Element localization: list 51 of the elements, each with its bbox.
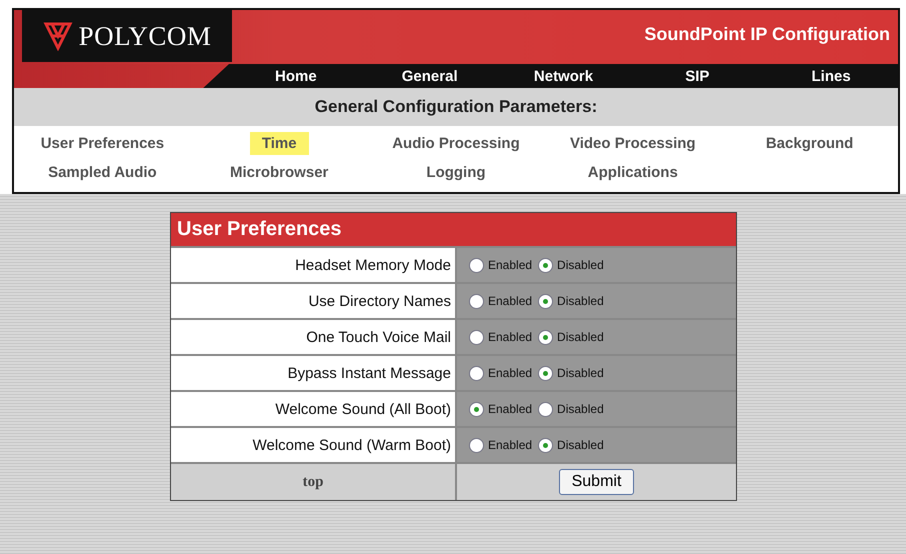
radio-label: Enabled	[488, 294, 532, 308]
nav-link[interactable]: SIP	[630, 64, 764, 88]
radio-button[interactable]	[538, 366, 554, 380]
radio-button[interactable]	[469, 294, 484, 308]
top-link[interactable]: top	[302, 474, 324, 490]
submit-button[interactable]: Submit	[558, 469, 634, 495]
submenu-link[interactable]: Sampled Audio	[36, 161, 169, 184]
section-title: General Configuration Parameters:	[14, 88, 898, 126]
radio-label: Disabled	[557, 402, 604, 416]
radio-label: Enabled	[488, 258, 532, 272]
submenu-link[interactable]: Background	[754, 132, 866, 155]
triangles-logo-icon	[42, 21, 73, 51]
page-title: SoundPoint IP Configuration	[644, 24, 890, 45]
nav-link[interactable]: General	[362, 64, 497, 88]
panel-title: User Preferences	[171, 213, 736, 246]
submenu-link[interactable]: Logging	[414, 161, 498, 184]
radio-button[interactable]	[469, 330, 484, 344]
nav-link[interactable]: Network	[496, 64, 630, 88]
nav-link[interactable]: Lines	[764, 64, 898, 88]
radio-label: Disabled	[557, 258, 604, 272]
radio-label: Enabled	[488, 366, 532, 380]
setting-label: One Touch Voice Mail	[171, 320, 455, 354]
radio-label: Enabled	[488, 330, 532, 344]
submenu-link[interactable]: Applications	[576, 161, 690, 184]
radio-label: Disabled	[557, 438, 604, 452]
submenu-link[interactable]: Video Processing	[558, 132, 708, 155]
radio-button[interactable]	[469, 366, 484, 380]
radio-label: Enabled	[488, 402, 532, 416]
setting-label: Headset Memory Mode	[171, 248, 455, 282]
radio-button[interactable]	[538, 402, 554, 416]
setting-label: Welcome Sound (All Boot)	[171, 392, 455, 426]
submenu-link[interactable]: Audio Processing	[380, 132, 532, 155]
submenu-link[interactable]: Time	[250, 132, 309, 155]
radio-label: Enabled	[488, 438, 532, 452]
radio-button[interactable]	[538, 258, 554, 272]
radio-button[interactable]	[469, 402, 484, 416]
setting-label: Bypass Instant Message	[171, 356, 455, 390]
radio-label: Disabled	[557, 330, 604, 344]
submenu-link[interactable]: Microbrowser	[218, 161, 340, 184]
radio-button[interactable]	[538, 438, 554, 452]
setting-label: Use Directory Names	[171, 284, 455, 318]
radio-label: Disabled	[557, 366, 604, 380]
radio-button[interactable]	[538, 294, 554, 308]
radio-button[interactable]	[469, 258, 484, 272]
submenu-link[interactable]: User Preferences	[28, 132, 176, 155]
nav-link[interactable]: Home	[229, 64, 363, 88]
logo-text: POLYCOM	[78, 20, 212, 52]
setting-label: Welcome Sound (Warm Boot)	[171, 428, 455, 462]
radio-button[interactable]	[469, 438, 484, 452]
radio-button[interactable]	[538, 330, 554, 344]
radio-label: Disabled	[557, 294, 604, 308]
